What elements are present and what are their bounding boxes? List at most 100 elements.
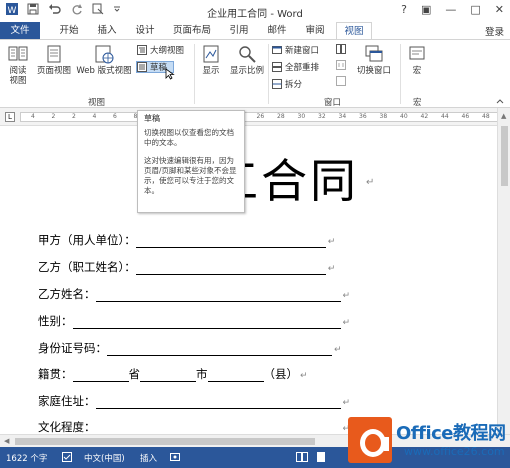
field-label: 文化程度：	[38, 420, 96, 434]
collapse-ribbon-icon[interactable]	[496, 98, 504, 104]
language-status[interactable]: 中文(中国)	[84, 452, 125, 464]
outline-label: 大纲视图	[150, 46, 185, 56]
print-layout-status-icon[interactable]	[316, 452, 326, 465]
field-gender[interactable]: 性别： ↵	[38, 313, 350, 329]
vertical-scrollbar[interactable]: ▲	[497, 108, 510, 434]
field-id-number[interactable]: 身份证号码： ↵	[38, 340, 342, 356]
split-icon	[272, 79, 282, 89]
tab-view[interactable]: 视图	[336, 22, 372, 39]
views-group-label: 视图	[88, 98, 106, 108]
arrange-all-button[interactable]: 全部重排	[272, 61, 319, 73]
field-name[interactable]: 乙方姓名： ↵	[38, 286, 350, 302]
outline-button[interactable]: 大纲视图	[137, 44, 184, 56]
tab-selector[interactable]: L	[5, 112, 15, 122]
tab-review[interactable]: 审阅	[298, 22, 332, 39]
read-mode-status-icon[interactable]	[296, 452, 308, 465]
ruler-tick-label: 4	[31, 113, 35, 120]
zoom-button[interactable]: 显示比例	[228, 44, 266, 76]
synchronous-scrolling-icon[interactable]	[336, 60, 346, 70]
field-home-address[interactable]: 家庭住址： ↵	[38, 393, 350, 409]
field-employee-name[interactable]: 乙方（职工姓名）： ↵	[38, 259, 335, 275]
tab-insert[interactable]: 插入	[90, 22, 124, 39]
macro-record-icon[interactable]	[170, 452, 180, 465]
read-mode-icon	[8, 46, 28, 61]
ruler-tick-label: 38	[379, 113, 388, 120]
window-side-icons	[336, 44, 346, 86]
print-layout-button[interactable]: 页面视图	[36, 44, 72, 76]
show-button[interactable]: 显示	[198, 44, 224, 76]
horizontal-ruler[interactable]: 4224681618202224262830323436384042444648	[20, 112, 498, 122]
ruler-tick-label: 42	[420, 113, 429, 120]
tab-page-layout[interactable]: 页面布局	[166, 22, 218, 39]
mouse-cursor-icon	[165, 68, 175, 80]
document-page[interactable]: 工合同 ↵ 甲方（用人单位）： ↵ 乙方（职工姓名）： ↵ 乙方姓名： ↵ 性别： ↵ …	[0, 127, 497, 435]
province-text: 省	[128, 367, 141, 381]
zoom-label: 显示比例	[229, 66, 264, 76]
tab-references[interactable]: 引用	[222, 22, 256, 39]
tooltip-body-1: 切换视图以仅查看您的文档中的文本。	[144, 128, 234, 147]
read-mode-button[interactable]: 阅读 视图	[4, 44, 32, 86]
ruler-tick-label: 2	[72, 113, 76, 120]
field-employer[interactable]: 甲方（用人单位）： ↵	[38, 232, 335, 248]
tab-design[interactable]: 设计	[128, 22, 162, 39]
new-window-icon	[272, 46, 282, 54]
watermark-url: www.office26.com	[404, 445, 505, 458]
outline-icon	[137, 45, 147, 55]
field-label: 乙方（职工姓名）：	[38, 260, 136, 274]
ribbon-view: 阅读 视图 页面视图 Web 版式视图 大纲视图 草稿 视图 显示 显示比例 新…	[0, 39, 510, 108]
web-layout-button[interactable]: Web 版式视图	[74, 44, 134, 76]
new-window-button[interactable]: 新建窗口	[272, 44, 319, 56]
sign-in-link[interactable]: 登录	[485, 24, 504, 38]
watermark-logo: Office教程网 www.office26.com	[344, 413, 510, 468]
tooltip-body-2: 这对快速编辑很有用，因为页眉/页脚和某些对象不会显示，使您可以专注于您的文本。	[144, 156, 237, 195]
horizontal-scroll-thumb[interactable]	[15, 438, 315, 445]
field-label: 籍贯：	[38, 367, 73, 381]
tab-home[interactable]: 开始	[52, 22, 86, 39]
tab-file[interactable]: 文件	[0, 22, 40, 39]
scroll-left-icon[interactable]: ◀	[4, 437, 9, 445]
title-bar: W 企业用工合同 - Word ? ▣ — □ ✕	[0, 0, 510, 22]
tab-mailings[interactable]: 邮件	[260, 22, 294, 39]
read-mode-label: 阅读 视图	[9, 66, 27, 86]
macros-button[interactable]: 宏	[404, 44, 430, 76]
insert-mode[interactable]: 插入	[140, 452, 157, 464]
ruler-tick-label: 40	[400, 113, 408, 120]
split-button[interactable]: 拆分	[272, 78, 302, 90]
ruler-tick-label: 28	[277, 113, 285, 120]
ruler-tick-label: 2	[51, 113, 56, 120]
proofing-icon[interactable]	[62, 452, 72, 465]
office-logo-icon	[348, 417, 392, 463]
split-label: 拆分	[285, 80, 303, 90]
field-education[interactable]: 文化程度： ↵	[38, 419, 350, 435]
switch-windows-button[interactable]: 切换窗口	[354, 44, 394, 76]
ruler-area: L 42246816182022242628303234363840424446…	[0, 108, 510, 126]
group-separator	[400, 44, 401, 104]
ruler-tick-label: 32	[318, 113, 326, 120]
arrange-all-icon	[272, 62, 282, 72]
print-layout-label: 页面视图	[36, 66, 71, 76]
macros-icon	[409, 46, 425, 60]
close-button[interactable]: ✕	[495, 3, 504, 16]
minimize-button[interactable]: —	[445, 3, 456, 16]
macros-label: 宏	[412, 66, 422, 76]
ruler-tick-label: 34	[338, 113, 347, 120]
field-label: 乙方姓名：	[38, 287, 96, 301]
reset-window-position-icon[interactable]	[336, 76, 346, 86]
macros-group-label: 宏	[413, 98, 422, 108]
switch-windows-label: 切换窗口	[356, 66, 391, 76]
field-native-place[interactable]: 籍贯：省市（县） ↵	[38, 366, 308, 382]
paragraph-mark: ↵	[366, 177, 375, 188]
word-count[interactable]: 1622 个字	[6, 452, 47, 464]
view-side-by-side-icon[interactable]	[336, 44, 346, 54]
maximize-button[interactable]: □	[470, 3, 480, 16]
ribbon-display-button[interactable]: ▣	[421, 3, 431, 16]
switch-windows-icon	[365, 45, 383, 62]
print-layout-icon	[47, 45, 61, 63]
web-layout-label: Web 版式视图	[76, 66, 132, 76]
magnifier-icon	[239, 46, 256, 63]
county-text: （县）	[263, 367, 299, 381]
field-label: 身份证号码：	[38, 341, 107, 355]
scroll-up-icon[interactable]: ▲	[501, 112, 506, 120]
help-button[interactable]: ?	[401, 3, 407, 16]
vertical-scroll-thumb[interactable]	[501, 126, 508, 186]
